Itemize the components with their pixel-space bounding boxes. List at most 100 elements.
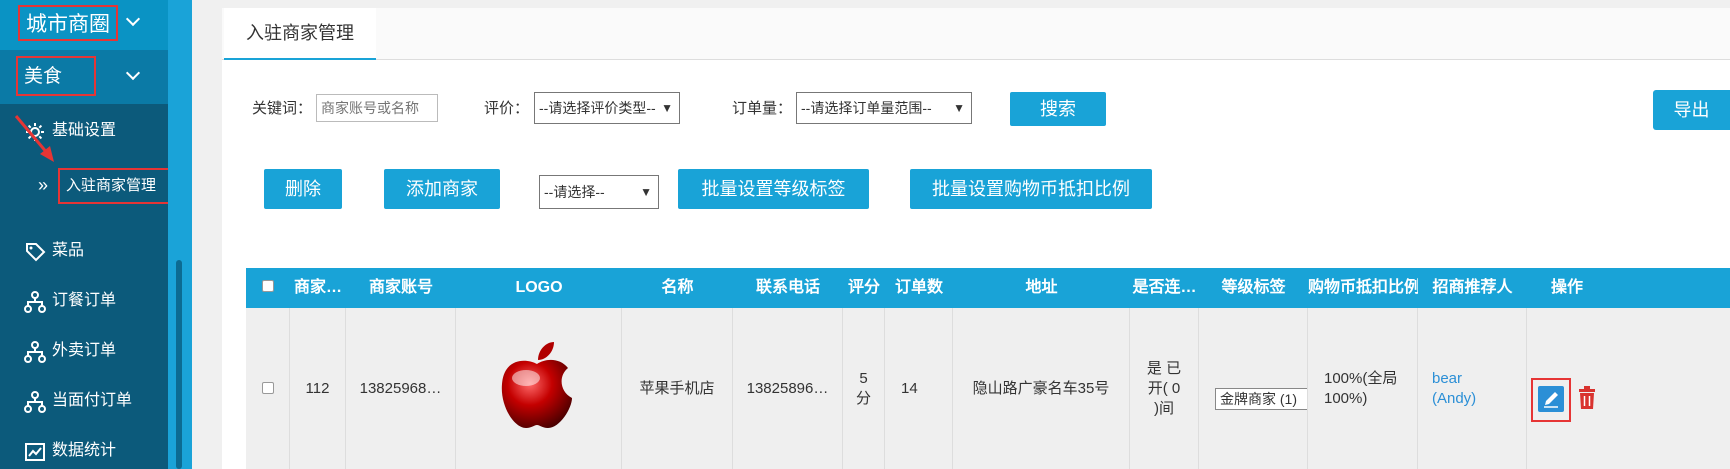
ratio-line-2: 100%): [1324, 389, 1368, 407]
sidebar-item-label: 菜品: [52, 242, 85, 259]
orders-label: 订单量：: [732, 100, 793, 117]
cell-actions: [1527, 308, 1730, 469]
search-button[interactable]: 搜索: [1010, 92, 1106, 126]
cell-orders: 14: [885, 308, 953, 469]
batch-grade-button[interactable]: 批量设置等级标签: [678, 169, 869, 209]
add-merchant-button[interactable]: 添加商家: [384, 169, 500, 209]
orders-select[interactable]: --请选择订单量范围-- ▼: [796, 92, 972, 124]
merchant-id: 112: [305, 379, 330, 397]
pencil-icon: [1544, 392, 1558, 408]
merchant-phone: 13825896…: [746, 379, 829, 397]
grade-select[interactable]: 金牌商家 (1): [1215, 388, 1307, 410]
main-panel: 入驻商家管理 关键词： 评价： --请选择评价类型-- ▼ 订单量： --请选择…: [222, 8, 1730, 469]
batch-ratio-button[interactable]: 批量设置购物币抵扣比例: [910, 169, 1152, 209]
keyword-input[interactable]: [316, 94, 438, 122]
delete-button[interactable]: 删除: [264, 169, 342, 209]
chain-line-3: )间: [1154, 399, 1174, 417]
orders-select-value: --请选择订单量范围--: [801, 100, 932, 116]
nav-food[interactable]: 美食: [0, 50, 168, 104]
sidebar-item-statistics[interactable]: 数据统计: [0, 424, 168, 469]
sidebar-item-label: 数据统计: [52, 442, 117, 459]
cell-rating: 5 分: [843, 308, 885, 469]
col-ratio[interactable]: 购物币抵扣比例: [1308, 268, 1418, 308]
cell-name: 苹果手机店: [622, 308, 733, 469]
rating-label: 评价：: [484, 100, 530, 117]
merchant-chain: 是 已 开( 0 )间: [1130, 359, 1198, 419]
table-row: 112 13825968… 苹果手机店 13825896… 5 分 14 隐山路…: [246, 308, 1730, 469]
col-referrer[interactable]: 招商推荐人: [1418, 268, 1527, 308]
keyword-label: 关键词：: [252, 100, 313, 117]
rating-select[interactable]: --请选择评价类型-- ▼: [534, 92, 680, 124]
cell-id: 112: [290, 308, 346, 469]
rating-value: 5: [859, 369, 868, 387]
merchant-account: 13825968…: [359, 379, 442, 397]
sidebar: 城市商圈 美食 基础设置 » 入驻商家管理 菜品 订餐订单 外卖订单 当面付订单…: [0, 0, 168, 469]
apple-logo-icon: [501, 342, 572, 428]
sidebar-item-dine-orders[interactable]: 订餐订单: [0, 274, 168, 328]
sidebar-item-label: 当面付订单: [52, 392, 133, 409]
col-rating[interactable]: 评分: [843, 268, 885, 308]
col-chain[interactable]: 是否连…: [1130, 268, 1199, 308]
referrer-alias: (Andy): [1432, 389, 1477, 407]
nav-food-label: 美食: [16, 56, 96, 96]
col-phone[interactable]: 联系电话: [733, 268, 843, 308]
col-orders[interactable]: 订单数: [885, 268, 953, 308]
merchant-rating: 5 分: [843, 369, 884, 409]
batch-select[interactable]: --请选择-- ▼: [539, 175, 659, 209]
col-address[interactable]: 地址: [953, 268, 1130, 308]
sitemap-icon: [24, 391, 46, 413]
batch-select-value: --请选择--: [544, 184, 605, 200]
chain-line-1: 是 已: [1146, 359, 1182, 377]
row-checkbox[interactable]: [262, 382, 274, 394]
table-header: 商家… 商家账号 LOGO 名称 联系电话 评分 订单数 地址 是否连… 等级标…: [246, 268, 1730, 308]
edit-button[interactable]: [1538, 386, 1564, 412]
merchant-ratio: 100%(全局 100%): [1308, 369, 1417, 409]
sidebar-item-dishes[interactable]: 菜品: [0, 224, 168, 278]
sitemap-icon: [24, 291, 46, 313]
cell-account: 13825968…: [346, 308, 456, 469]
chevron-down-icon: [125, 11, 141, 27]
cell-checkbox: [246, 308, 290, 469]
select-all-checkbox[interactable]: [262, 280, 274, 292]
sidebar-item-label: 外卖订单: [52, 342, 117, 359]
sidebar-item-label: 订餐订单: [52, 292, 117, 309]
rating-unit: 分: [855, 389, 871, 407]
tag-icon: [26, 243, 46, 262]
cell-grade: 金牌商家 (1): [1199, 308, 1308, 469]
nav-city-circle[interactable]: 城市商圈: [0, 0, 168, 50]
dropdown-arrow-icon: ▼: [661, 101, 673, 115]
col-logo[interactable]: LOGO: [456, 268, 622, 308]
dropdown-arrow-icon: ▼: [953, 101, 965, 115]
sidebar-item-face-pay-orders[interactable]: 当面付订单: [0, 374, 168, 428]
col-name[interactable]: 名称: [622, 268, 733, 308]
cell-logo: [456, 308, 622, 469]
sidebar-item-merchant-management[interactable]: 入驻商家管理: [58, 168, 168, 204]
sidebar-scrollbar-thumb[interactable]: [176, 260, 182, 469]
referrer-name: bear: [1432, 369, 1463, 387]
tab-bar: 入驻商家管理: [222, 8, 1730, 60]
cell-chain: 是 已 开( 0 )间: [1130, 308, 1199, 469]
cell-phone: 13825896…: [733, 308, 843, 469]
sidebar-item-takeout-orders[interactable]: 外卖订单: [0, 324, 168, 378]
col-merchant-id[interactable]: 商家…: [290, 268, 346, 308]
chain-line-2: 开( 0: [1147, 379, 1181, 397]
col-grade[interactable]: 等级标签: [1199, 268, 1308, 308]
chevron-down-icon: [125, 65, 141, 81]
tab-merchant-management[interactable]: 入驻商家管理: [224, 8, 376, 60]
double-chevron-icon: »: [38, 175, 49, 195]
sidebar-item-label: 基础设置: [52, 122, 117, 139]
sidebar-scrollbar-track[interactable]: [168, 0, 192, 469]
col-actions[interactable]: 操作: [1527, 268, 1607, 308]
referrer-link[interactable]: bear (Andy): [1418, 369, 1526, 409]
export-button[interactable]: 导出: [1653, 90, 1730, 130]
nav-city-circle-label: 城市商圈: [18, 5, 118, 41]
edit-highlight: [1531, 378, 1571, 422]
dropdown-arrow-icon: ▼: [640, 185, 652, 199]
sitemap-icon: [24, 341, 46, 363]
trash-icon[interactable]: [1577, 386, 1597, 410]
merchant-address: 隐山路广豪名车35号: [972, 379, 1110, 397]
chart-icon: [25, 443, 45, 461]
merchant-orders: 14: [901, 379, 918, 397]
col-account[interactable]: 商家账号: [346, 268, 456, 308]
cell-referrer: bear (Andy): [1418, 308, 1527, 469]
